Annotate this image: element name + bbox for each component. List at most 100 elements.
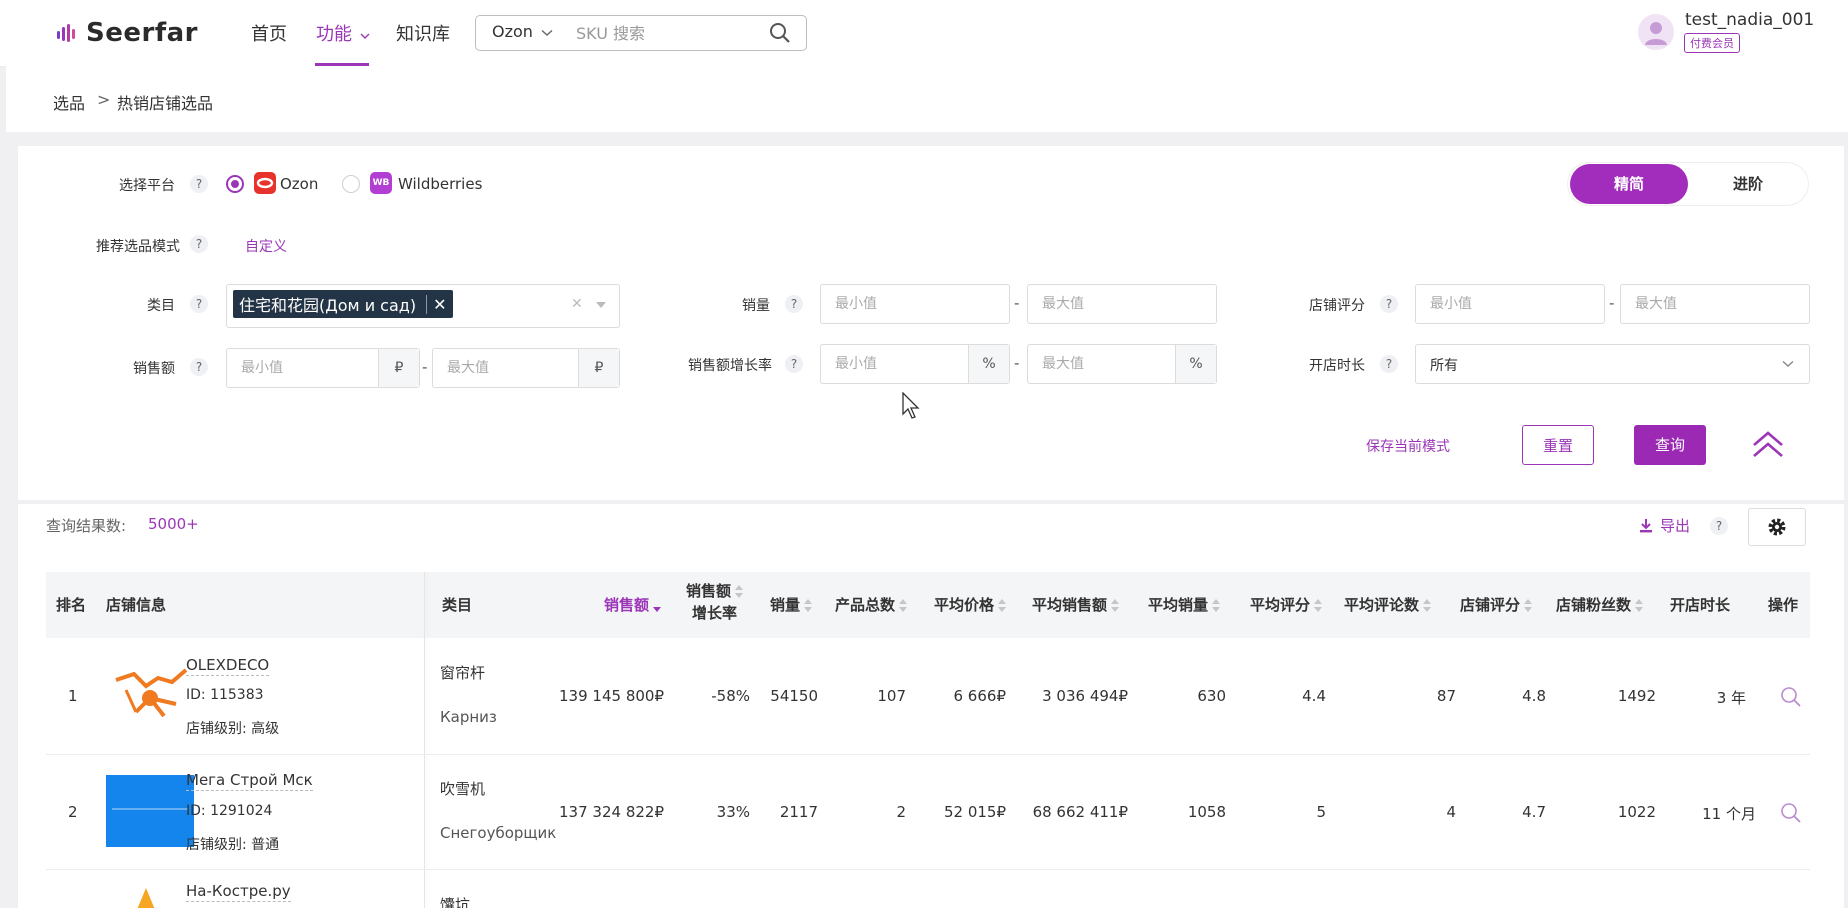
save-mode-link[interactable]: 保存当前模式 [1366, 436, 1450, 456]
radio-ozon[interactable] [226, 175, 244, 193]
shop-name-text: OLEXDECO [186, 656, 270, 676]
toggle-basic[interactable]: 精简 [1570, 164, 1688, 204]
sort-icon [653, 599, 662, 613]
sales-amount-min-field[interactable]: ₽ [226, 348, 420, 388]
col-followers-sort[interactable]: 店铺粉丝数 [1556, 594, 1644, 615]
row-avg-rating: 4.4 [1302, 687, 1326, 705]
shop-name[interactable]: На-Костре.ру [186, 882, 291, 902]
wildberries-logo-icon: WB [370, 172, 392, 194]
row-products: 2 [896, 803, 906, 821]
help-icon[interactable]: ? [1380, 355, 1398, 373]
row-avg-reviews: 4 [1446, 803, 1456, 821]
sales-amount-max-field[interactable]: ₽ [432, 348, 620, 388]
table-settings-button[interactable] [1748, 508, 1806, 546]
col-shop-rating: 店铺评分 [1460, 596, 1521, 614]
percent-suffix: % [968, 345, 1009, 383]
mouse-cursor-icon [902, 392, 920, 419]
view-mode-toggle: 精简 进阶 [1568, 163, 1808, 205]
col-avg-price-sort[interactable]: 平均价格 [934, 594, 1007, 615]
search-icon[interactable] [769, 22, 791, 44]
col-avg-volume-sort[interactable]: 平均销量 [1148, 594, 1221, 615]
range-dash: - [422, 358, 428, 376]
col-category: 类目 [442, 596, 473, 614]
logo-text-strip [112, 808, 188, 810]
sales-growth-label: 销售额增长率 [688, 358, 772, 374]
help-icon[interactable]: ? [785, 355, 803, 373]
sales-growth-max-field[interactable]: % [1027, 344, 1217, 384]
category-select[interactable]: 住宅和花园(Дом и сад) ✕ ✕ [226, 284, 620, 328]
table-row[interactable]: 2 Мега Строй Мск ID: 1291024 店铺级别: 普通 吹雪… [46, 755, 1810, 869]
platform-wildberries-label[interactable]: Wildberries [398, 175, 482, 193]
breadcrumb: 选品 > 热销店铺选品 [6, 66, 1848, 132]
shop-rating-min-input[interactable] [1416, 285, 1604, 323]
col-shop-rating-sort[interactable]: 店铺评分 [1460, 594, 1533, 615]
row-avg-price: 6 666₽ [953, 687, 1007, 705]
nav-home[interactable]: 首页 [251, 20, 287, 46]
sales-volume-max-field[interactable] [1027, 284, 1217, 324]
export-button[interactable]: 导出 [1638, 515, 1690, 536]
help-icon[interactable]: ? [190, 235, 208, 253]
tag-remove-icon[interactable]: ✕ [426, 294, 447, 314]
row-shop-rating: 4.8 [1522, 687, 1546, 705]
breadcrumb-root[interactable]: 选品 [53, 90, 85, 114]
shop-logo-image[interactable] [106, 775, 194, 847]
seerfar-logo[interactable]: Seerfar [56, 16, 198, 50]
shop-age-select[interactable]: 所有 [1415, 344, 1810, 384]
shop-logo-image[interactable] [126, 888, 166, 908]
toggle-advanced[interactable]: 进阶 [1690, 164, 1806, 204]
row-category-cn: 吹雪机 [440, 780, 486, 798]
table-header: 排名 店铺信息 类目 销售额 销售额 增长率 销量 产品总数 平均价格 平均销售额… [46, 572, 1810, 638]
search-icon[interactable] [1780, 686, 1802, 708]
collapse-up-icon[interactable] [1750, 428, 1786, 460]
table-row[interactable]: На-Костре.ру 馕坑 [46, 870, 1810, 908]
mode-custom-link[interactable]: 自定义 [245, 236, 287, 256]
sort-icon [1524, 598, 1533, 613]
shop-rating-max-input[interactable] [1621, 285, 1809, 323]
shop-level: 店铺级别: 高级 [186, 721, 280, 737]
sku-search-input[interactable] [574, 19, 768, 47]
col-avg-sales-sort[interactable]: 平均销售额 [1032, 594, 1120, 615]
sales-volume-min-field[interactable] [820, 284, 1010, 324]
sales-growth-min-field[interactable]: % [820, 344, 1010, 384]
platform-ozon-label[interactable]: Ozon [280, 175, 318, 193]
shop-rating-min-field[interactable] [1415, 284, 1605, 324]
avatar[interactable] [1638, 14, 1674, 50]
search-icon[interactable] [1780, 802, 1802, 824]
row-sales: 137 324 822₽ [559, 803, 664, 821]
row-growth: 33% [716, 803, 750, 821]
help-icon[interactable]: ? [190, 175, 208, 193]
col-avg-reviews-sort[interactable]: 平均评论数 [1344, 594, 1432, 615]
brand-name: Seerfar [86, 18, 198, 48]
help-icon[interactable]: ? [1380, 295, 1398, 313]
col-volume-sort[interactable]: 销量 [770, 594, 813, 615]
col-sales-sort[interactable]: 销售额 [604, 594, 662, 615]
mode-label: 推荐选品模式 [96, 239, 180, 255]
ruble-suffix: ₽ [578, 349, 619, 387]
row-category-cn: 窗帘杆 [440, 664, 486, 682]
help-icon[interactable]: ? [1710, 517, 1728, 535]
sales-volume-max-input[interactable] [1028, 285, 1216, 323]
clear-icon[interactable]: ✕ [571, 296, 583, 312]
shop-name[interactable]: OLEXDECO [186, 656, 270, 676]
search-platform-select[interactable]: Ozon [492, 22, 553, 41]
nav-features[interactable]: 功能 [316, 20, 370, 46]
shop-name[interactable]: Мега Строй Мск [186, 771, 313, 791]
query-button[interactable]: 查询 [1634, 425, 1706, 465]
range-dash: - [1014, 354, 1020, 372]
sales-volume-min-input[interactable] [821, 285, 1009, 323]
table-row[interactable]: 1 OLEXDECO ID: 115383 店铺级别: 高级 窗帘杆 Карни… [46, 638, 1810, 754]
col-sales: 销售额 [604, 596, 650, 614]
user-name[interactable]: test_nadia_001 [1685, 10, 1814, 30]
row-followers: 1492 [1617, 687, 1656, 705]
shop-rating-label: 店铺评分 [1309, 298, 1365, 314]
radio-wildberries[interactable] [342, 175, 360, 193]
nav-knowledge-base[interactable]: 知识库 [396, 20, 450, 46]
col-products-sort[interactable]: 产品总数 [835, 594, 908, 615]
shop-rating-max-field[interactable] [1620, 284, 1810, 324]
col-growth-sort[interactable]: 销售额 增长率 [686, 580, 744, 624]
col-avg-rating-sort[interactable]: 平均评分 [1250, 594, 1323, 615]
help-icon[interactable]: ? [190, 358, 208, 376]
help-icon[interactable]: ? [190, 295, 208, 313]
reset-button[interactable]: 重置 [1522, 425, 1594, 465]
help-icon[interactable]: ? [785, 295, 803, 313]
